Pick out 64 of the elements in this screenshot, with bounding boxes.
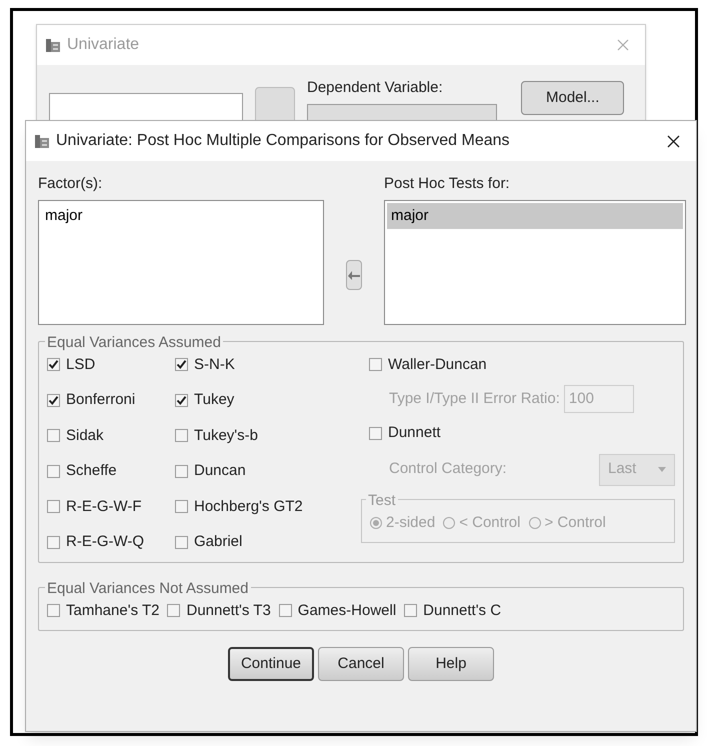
arrow-icon [347, 268, 361, 281]
check-icon [48, 394, 59, 406]
move-button[interactable] [346, 260, 362, 290]
checkbox[interactable] [175, 394, 188, 407]
checkbox[interactable] [175, 536, 188, 549]
checkbox[interactable] [175, 500, 188, 514]
radio-label: < Control [459, 512, 520, 532]
check-icon [48, 359, 59, 370]
checkbox-label: Dunnett's C [423, 600, 502, 620]
list-item[interactable]: major [41, 202, 321, 229]
checkbox[interactable] [47, 464, 60, 478]
app-icon [34, 133, 50, 149]
checkbox-label: R-E-G-W-Q [66, 532, 144, 552]
checkbox[interactable] [47, 429, 60, 442]
checkbox-label: Scheffe [66, 461, 117, 481]
dialog-title: Univariate: Post Hoc Multiple Comparisons for Observed Means [56, 131, 510, 151]
field-label: Dependent Variable: [307, 78, 444, 98]
radio-label: > Control [544, 512, 606, 532]
dialog-button[interactable]: Help [408, 647, 494, 681]
list-label: Factor(s): [38, 174, 104, 194]
check-icon [176, 394, 187, 406]
checkbox-label: Duncan [194, 461, 246, 481]
factor-list[interactable]: major [38, 200, 324, 324]
radio-label: 2-sided [386, 512, 436, 532]
checkbox[interactable] [47, 536, 60, 549]
checkbox-label: S-N-K [194, 354, 235, 374]
post-hoc-list[interactable]: major [384, 200, 686, 324]
checkbox[interactable] [167, 604, 180, 618]
checkbox-label: Games-Howell [298, 600, 396, 620]
model-button[interactable]: Model... [521, 81, 624, 115]
checkbox[interactable] [404, 604, 418, 618]
checkbox-label: Dunnett [388, 423, 441, 443]
checkbox[interactable] [369, 426, 382, 440]
checkbox[interactable] [47, 500, 60, 514]
checkbox-label: Tukey [194, 390, 234, 410]
check-icon [176, 359, 187, 370]
checkbox[interactable] [175, 429, 188, 442]
checkbox-label: Waller-Duncan [388, 354, 487, 374]
checkbox-label: Tamhane's T2 [66, 600, 160, 620]
window-title: Univariate [67, 35, 140, 55]
checkbox-label: Hochberg's GT2 [194, 496, 303, 516]
checkbox[interactable] [369, 358, 382, 372]
app-icon [45, 37, 61, 53]
field-label: Control Category: [389, 459, 507, 480]
checkbox[interactable] [175, 358, 188, 372]
checkbox-label: Dunnett's T3 [186, 600, 271, 620]
close-icon[interactable] [667, 134, 680, 148]
list-item[interactable]: major [387, 202, 683, 229]
checkbox[interactable] [47, 394, 60, 407]
caret-icon [658, 467, 666, 472]
checkbox[interactable] [47, 604, 60, 618]
checkbox[interactable] [278, 604, 292, 618]
checkbox-label: Tukey's-b [194, 426, 258, 446]
field-label: Type I/Type II Error Ratio: [389, 388, 560, 409]
checkbox[interactable] [47, 358, 60, 372]
checkbox-label: Sidak [66, 426, 104, 446]
checkbox-label: Gabriel [194, 532, 242, 552]
dialog-button[interactable]: Continue [228, 647, 314, 681]
dialog-button[interactable]: Cancel [318, 647, 404, 681]
checkbox-label: Bonferroni [66, 390, 136, 410]
checkbox-label: R-E-G-W-F [66, 496, 142, 516]
checkbox-label: LSD [66, 354, 96, 374]
checkbox[interactable] [175, 464, 188, 478]
list-label: Post Hoc Tests for: [384, 174, 511, 194]
